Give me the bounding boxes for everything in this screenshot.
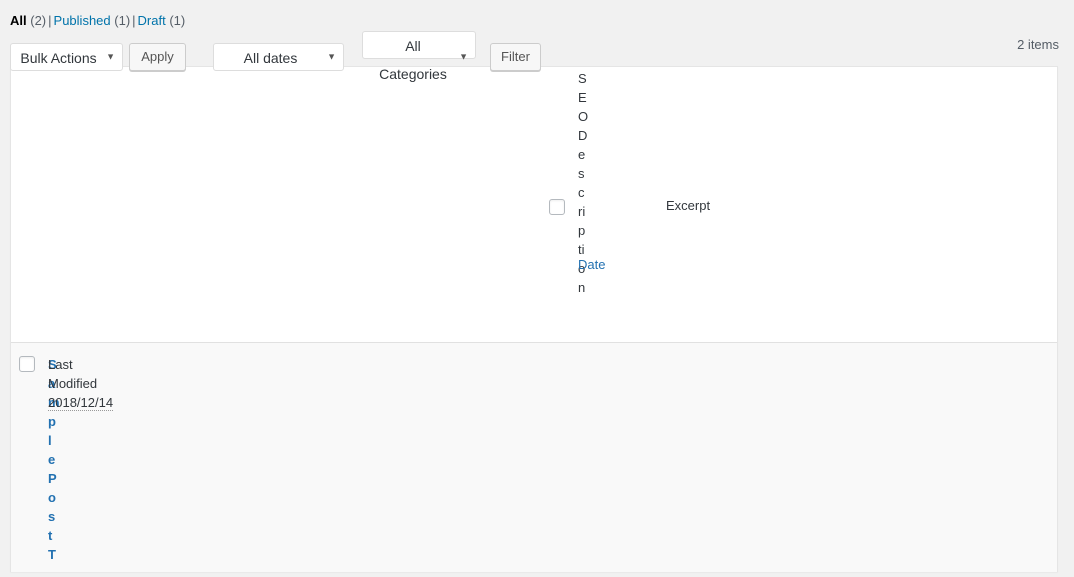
view-draft-count: (1) xyxy=(169,13,186,28)
apply-button[interactable]: Apply xyxy=(129,42,186,71)
last-modified-date: 2018/12/14 xyxy=(48,395,114,411)
select-all-cell xyxy=(541,67,578,215)
last-modified-label-line1: Last xyxy=(48,357,73,372)
table-row: SamplePostT Last Modified 2018/12/14 xyxy=(11,342,1057,572)
view-draft[interactable]: Draft (1) xyxy=(138,13,186,28)
category-filter-wrap: All Categories ▼ xyxy=(362,31,476,82)
bulk-and-filter-actions: Bulk Actions ▼ Apply All dates ▼ All Cat… xyxy=(10,31,541,82)
select-all-checkbox[interactable] xyxy=(549,199,565,215)
date-column-label[interactable]: Date xyxy=(578,257,605,272)
date-filter-wrap: All dates ▼ xyxy=(213,42,344,71)
tablenav-top: Bulk Actions ▼ Apply All dates ▼ All Cat… xyxy=(0,31,1074,82)
displaying-num: 2 items xyxy=(1017,37,1059,52)
view-separator-1: | xyxy=(48,13,52,28)
date-filter-select[interactable]: All dates xyxy=(213,42,344,71)
category-filter-select[interactable]: All Categories xyxy=(362,31,476,82)
view-separator-2: | xyxy=(132,13,136,28)
view-draft-link[interactable]: Draft xyxy=(138,13,166,28)
post-status-views: All (2) | Published (1) | Draft (1) xyxy=(0,0,1074,28)
date-column-header[interactable]: Date xyxy=(578,255,605,274)
row-select-checkbox[interactable] xyxy=(19,356,35,372)
table-header-row: SEODescription Date Excerpt xyxy=(541,67,1057,342)
last-modified-label-line2: Modified xyxy=(48,376,98,391)
excerpt-column-label: Excerpt xyxy=(666,198,711,213)
view-all[interactable]: All (2) xyxy=(10,13,46,28)
last-modified-block: Last Modified 2018/12/14 xyxy=(48,355,114,412)
view-all-count: (2) xyxy=(30,13,47,28)
filter-button[interactable]: Filter xyxy=(490,42,541,71)
post-title-cell[interactable]: SamplePostT Last Modified 2018/12/14 xyxy=(48,343,136,564)
bulk-actions-select[interactable]: Bulk Actions xyxy=(10,42,123,71)
view-published-link[interactable]: Published xyxy=(54,13,111,28)
view-all-link[interactable]: All xyxy=(10,13,27,28)
view-published[interactable]: Published (1) xyxy=(54,13,131,28)
seo-description-column-header[interactable]: SEODescription Date xyxy=(578,67,666,297)
posts-list-table: SEODescription Date Excerpt SamplePostT … xyxy=(10,66,1058,572)
excerpt-column-header[interactable]: Excerpt xyxy=(666,67,710,213)
row-select-cell xyxy=(11,343,48,372)
bulk-actions-wrap: Bulk Actions ▼ xyxy=(10,42,123,71)
view-published-count: (1) xyxy=(114,13,131,28)
